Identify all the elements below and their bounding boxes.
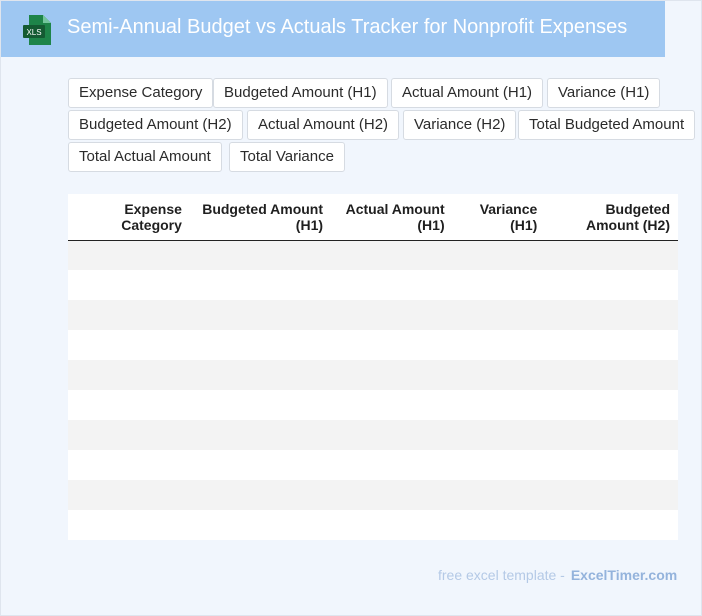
table-cell[interactable] — [452, 480, 546, 510]
table-body — [68, 240, 678, 540]
table-cell[interactable] — [545, 480, 678, 510]
table-cell[interactable] — [189, 450, 332, 480]
table-cell[interactable] — [189, 510, 332, 540]
column-header-actual-h1[interactable]: Actual Amount (H1) — [331, 194, 453, 241]
table-cell[interactable] — [452, 270, 546, 300]
chip-total-variance[interactable]: Total Variance — [229, 142, 345, 172]
budget-table: Expense Category Budgeted Amount (H1) Ac… — [68, 194, 678, 540]
table-cell[interactable] — [452, 360, 546, 390]
chip-variance-h1[interactable]: Variance (H1) — [547, 78, 661, 108]
column-header-expense-category[interactable]: Expense Category — [114, 194, 190, 241]
table-cell[interactable] — [331, 450, 453, 480]
table-cell[interactable] — [114, 330, 190, 360]
table-cell[interactable] — [189, 330, 332, 360]
table-cell[interactable] — [545, 390, 678, 420]
table-cell[interactable] — [452, 390, 546, 420]
footer-brand-link[interactable]: ExcelTimer.com — [571, 567, 677, 583]
footer-credit: free excel template - ExcelTimer.com — [438, 567, 677, 583]
table-cell[interactable] — [114, 360, 190, 390]
page-title: Semi-Annual Budget vs Actuals Tracker fo… — [67, 16, 628, 38]
table-cell[interactable] — [331, 390, 453, 420]
table-cell[interactable] — [545, 330, 678, 360]
table-cell[interactable] — [114, 480, 190, 510]
table-cell[interactable] — [189, 240, 332, 270]
chip-actual-h2[interactable]: Actual Amount (H2) — [247, 110, 400, 140]
column-header-budgeted-h2[interactable]: Budgeted Amount (H2) — [545, 194, 678, 241]
table-cell[interactable] — [68, 390, 114, 420]
table-row — [68, 360, 678, 390]
table-cell[interactable] — [452, 450, 546, 480]
table-row — [68, 330, 678, 360]
table-cell[interactable] — [331, 360, 453, 390]
table-cell[interactable] — [452, 330, 546, 360]
table-cell[interactable] — [189, 270, 332, 300]
column-header-budgeted-h1[interactable]: Budgeted Amount (H1) — [189, 194, 332, 241]
table-cell[interactable] — [331, 240, 453, 270]
chip-budgeted-h1[interactable]: Budgeted Amount (H1) — [213, 78, 388, 108]
table-cell[interactable] — [331, 300, 453, 330]
table-cell[interactable] — [68, 450, 114, 480]
table-cell[interactable] — [452, 510, 546, 540]
table-cell[interactable] — [68, 480, 114, 510]
table-cell[interactable] — [189, 420, 332, 450]
table-cell[interactable] — [331, 480, 453, 510]
table-cell[interactable] — [114, 240, 190, 270]
table-cell[interactable] — [68, 300, 114, 330]
table-cell[interactable] — [189, 390, 332, 420]
table-row — [68, 270, 678, 300]
table-cell[interactable] — [331, 330, 453, 360]
table-cell[interactable] — [114, 450, 190, 480]
chip-total-budgeted[interactable]: Total Budgeted Amount — [518, 110, 696, 140]
table-cell[interactable] — [68, 240, 114, 270]
table-cell[interactable] — [545, 240, 678, 270]
table-cell[interactable] — [114, 270, 190, 300]
table-row — [68, 480, 678, 510]
xls-icon-label: XLS — [26, 28, 41, 37]
table-cell[interactable] — [331, 420, 453, 450]
table-cell[interactable] — [452, 420, 546, 450]
table-cell[interactable] — [189, 360, 332, 390]
title-banner: XLS Semi-Annual Budget vs Actuals Tracke… — [1, 1, 665, 57]
table-cell[interactable] — [545, 450, 678, 480]
chip-budgeted-h2[interactable]: Budgeted Amount (H2) — [68, 110, 243, 140]
budget-table-container[interactable]: Expense Category Budgeted Amount (H1) Ac… — [68, 194, 678, 540]
table-cell[interactable] — [545, 510, 678, 540]
table-cell[interactable] — [545, 300, 678, 330]
table-row — [68, 300, 678, 330]
table-cell[interactable] — [68, 330, 114, 360]
table-cell[interactable] — [68, 360, 114, 390]
xls-file-icon: XLS — [23, 15, 51, 45]
table-cell[interactable] — [68, 510, 114, 540]
table-cell[interactable] — [189, 300, 332, 330]
table-cell[interactable] — [68, 270, 114, 300]
table-row — [68, 450, 678, 480]
table-row — [68, 510, 678, 540]
table-cell[interactable] — [114, 510, 190, 540]
column-header-variance-h1[interactable]: Variance (H1) — [452, 194, 546, 241]
table-cell[interactable] — [114, 390, 190, 420]
table-cell[interactable] — [331, 270, 453, 300]
table-cell[interactable] — [68, 420, 114, 450]
table-cell[interactable] — [452, 240, 546, 270]
table-cell[interactable] — [452, 300, 546, 330]
chip-total-actual[interactable]: Total Actual Amount — [68, 142, 222, 172]
table-row — [68, 240, 678, 270]
footer-prefix: free excel template - — [438, 567, 565, 583]
table-row — [68, 420, 678, 450]
column-header-blank — [68, 194, 114, 241]
chip-actual-h1[interactable]: Actual Amount (H1) — [391, 78, 544, 108]
chip-expense-category[interactable]: Expense Category — [68, 78, 214, 108]
table-cell[interactable] — [545, 420, 678, 450]
chip-variance-h2[interactable]: Variance (H2) — [403, 110, 517, 140]
table-cell[interactable] — [331, 510, 453, 540]
table-cell[interactable] — [189, 480, 332, 510]
table-row — [68, 390, 678, 420]
table-cell[interactable] — [545, 360, 678, 390]
table-cell[interactable] — [545, 270, 678, 300]
table-cell[interactable] — [114, 420, 190, 450]
table-header-row: Expense Category Budgeted Amount (H1) Ac… — [68, 194, 678, 241]
table-cell[interactable] — [114, 300, 190, 330]
